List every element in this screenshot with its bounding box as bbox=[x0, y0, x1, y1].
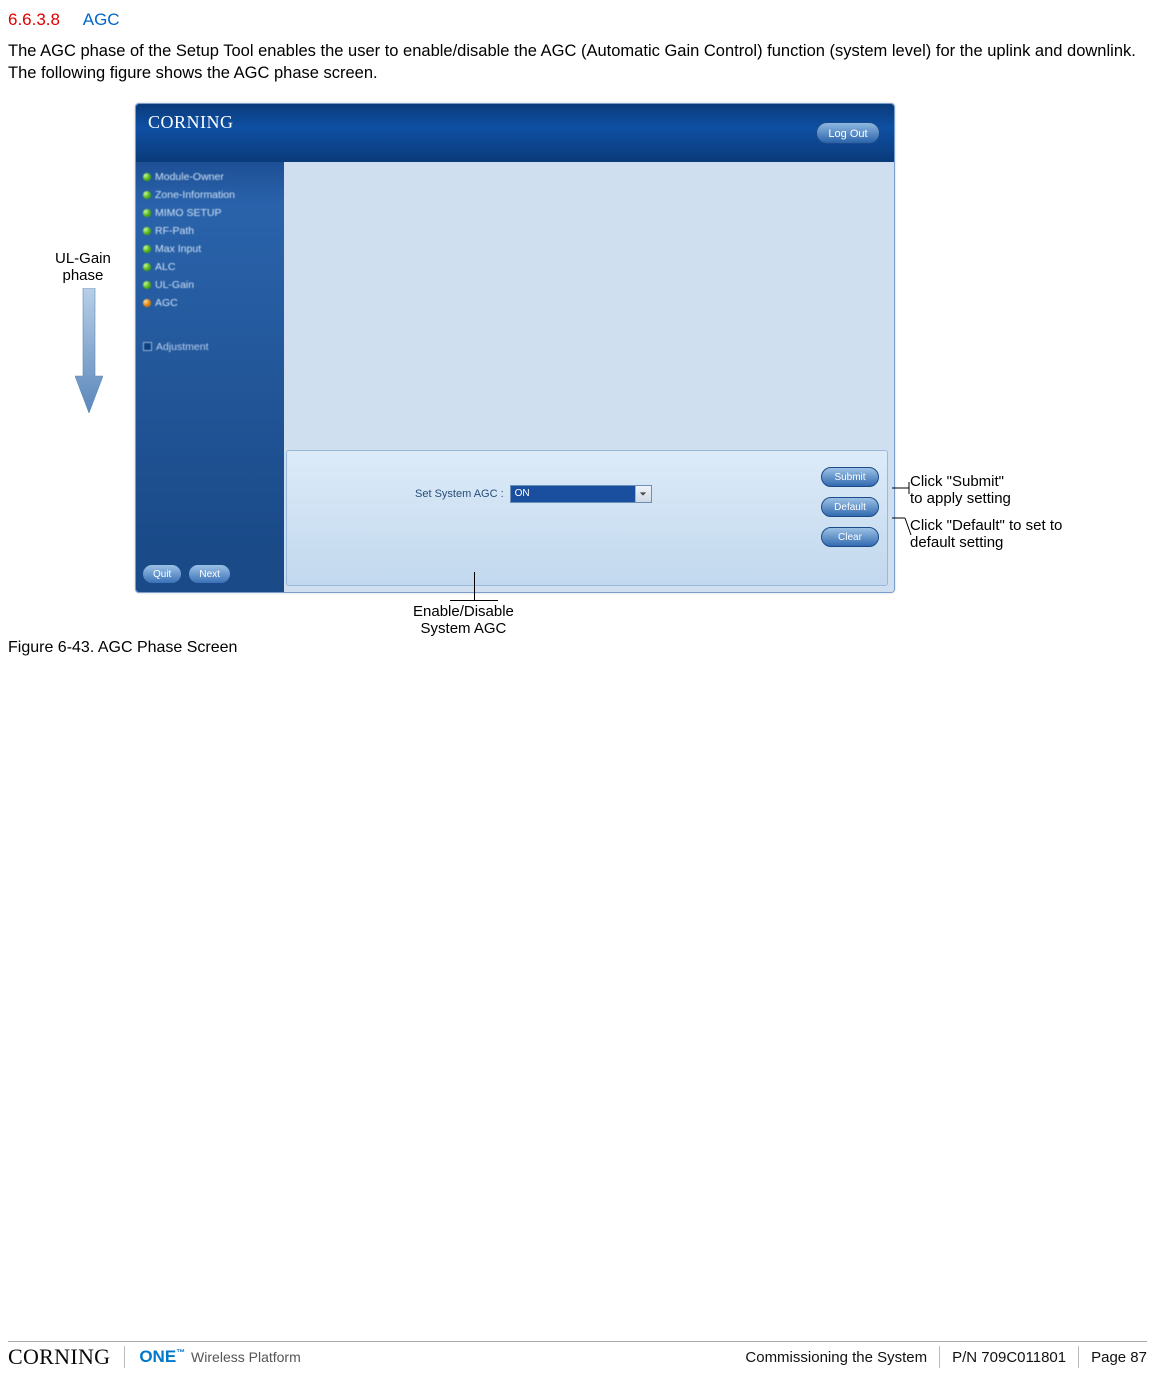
callout-enable-l1: Enable/Disable bbox=[413, 603, 514, 620]
system-agc-select[interactable]: ON bbox=[510, 485, 652, 503]
trademark: ™ bbox=[176, 1347, 185, 1357]
chevron-down-icon[interactable] bbox=[635, 486, 651, 502]
next-button[interactable]: Next bbox=[188, 564, 231, 584]
callout-ul-gain: UL-Gain phase bbox=[55, 250, 111, 285]
callout-default-l2: default setting bbox=[910, 534, 1062, 551]
status-led-icon bbox=[143, 227, 151, 235]
work-panel: Set System AGC : ON Submit Default Clear bbox=[286, 450, 888, 586]
submit-button[interactable]: Submit bbox=[821, 467, 879, 487]
sidebar-item-max-input[interactable]: Max Input bbox=[140, 240, 280, 258]
footer-divider bbox=[8, 1341, 1147, 1342]
sidebar-label: MIMO SETUP bbox=[155, 207, 222, 219]
callout-submit-l1: Click "Submit" bbox=[910, 473, 1011, 490]
sidebar-item-adjustment[interactable]: Adjustment bbox=[140, 338, 280, 356]
sidebar: Module-Owner Zone-Information MIMO SETUP… bbox=[136, 162, 284, 592]
down-arrow-icon bbox=[75, 288, 103, 413]
intro-paragraph: The AGC phase of the Setup Tool enables … bbox=[0, 38, 1155, 85]
callout-enable-disable: Enable/Disable System AGC bbox=[413, 603, 514, 638]
sidebar-label: RF-Path bbox=[155, 225, 194, 237]
quit-button[interactable]: Quit bbox=[142, 564, 182, 584]
callout-enable-l2: System AGC bbox=[413, 620, 514, 637]
section-number: 6.6.3.8 bbox=[8, 10, 60, 29]
sidebar-item-rf-path[interactable]: RF-Path bbox=[140, 222, 280, 240]
callout-ul-gain-l1: UL-Gain bbox=[55, 250, 111, 267]
leader-line-icon bbox=[474, 572, 475, 600]
checkbox-icon bbox=[143, 342, 152, 351]
footer: CORNING ONE™ Wireless Platform Commissio… bbox=[0, 1344, 1155, 1374]
sidebar-label: UL-Gain bbox=[155, 279, 194, 291]
figure-caption: Figure 6-43. AGC Phase Screen bbox=[0, 593, 1155, 657]
field-label-agc: Set System AGC : bbox=[415, 488, 504, 500]
status-led-icon bbox=[143, 263, 151, 271]
sidebar-label: Zone-Information bbox=[155, 189, 235, 201]
brand: CORNING bbox=[148, 112, 234, 132]
one-logo: ONE™ Wireless Platform bbox=[139, 1347, 300, 1367]
callout-submit-l2: to apply setting bbox=[910, 490, 1011, 507]
footer-pn: P/N 709C011801 bbox=[952, 1349, 1066, 1366]
sidebar-label: Adjustment bbox=[156, 341, 209, 353]
default-button[interactable]: Default bbox=[821, 497, 879, 517]
sidebar-item-alc[interactable]: ALC bbox=[140, 258, 280, 276]
divider bbox=[1078, 1346, 1079, 1368]
status-led-icon bbox=[143, 299, 151, 307]
section-title: AGC bbox=[83, 10, 120, 29]
sidebar-item-zone-information[interactable]: Zone-Information bbox=[140, 186, 280, 204]
divider bbox=[939, 1346, 940, 1368]
callout-default-l1: Click "Default" to set to bbox=[910, 517, 1062, 534]
callout-default: Click "Default" to set to default settin… bbox=[910, 517, 1062, 552]
sidebar-item-module-owner[interactable]: Module-Owner bbox=[140, 168, 280, 186]
sidebar-label: Module-Owner bbox=[155, 171, 224, 183]
sidebar-item-ul-gain[interactable]: UL-Gain bbox=[140, 276, 280, 294]
main-area: Set System AGC : ON Submit Default Clear bbox=[284, 162, 894, 592]
app-header: CORNING Log Out bbox=[136, 104, 894, 162]
status-led-icon bbox=[143, 191, 151, 199]
status-led-icon bbox=[143, 209, 151, 217]
sidebar-label: AGC bbox=[155, 297, 178, 309]
logout-button[interactable]: Log Out bbox=[816, 122, 880, 144]
sidebar-item-mimo-setup[interactable]: MIMO SETUP bbox=[140, 204, 280, 222]
figure: UL-Gain phase CORNING Log Out Module-Own… bbox=[0, 85, 1155, 593]
one-text: ONE bbox=[139, 1347, 176, 1366]
one-sub: Wireless Platform bbox=[187, 1349, 301, 1365]
corning-logo: CORNING bbox=[8, 1344, 110, 1370]
callout-submit: Click "Submit" to apply setting bbox=[910, 473, 1011, 508]
clear-button[interactable]: Clear bbox=[821, 527, 879, 547]
footer-page: Page 87 bbox=[1091, 1349, 1147, 1366]
status-led-icon bbox=[143, 245, 151, 253]
footer-section: Commissioning the System bbox=[745, 1349, 927, 1366]
sidebar-label: Max Input bbox=[155, 243, 201, 255]
sidebar-label: ALC bbox=[155, 261, 175, 273]
sidebar-item-agc[interactable]: AGC bbox=[140, 294, 280, 312]
divider bbox=[124, 1346, 125, 1368]
status-led-icon bbox=[143, 281, 151, 289]
callout-ul-gain-l2: phase bbox=[55, 267, 111, 284]
status-led-icon bbox=[143, 173, 151, 181]
app-window: CORNING Log Out Module-Owner Zone-Inform… bbox=[135, 103, 895, 593]
select-value: ON bbox=[511, 486, 635, 502]
